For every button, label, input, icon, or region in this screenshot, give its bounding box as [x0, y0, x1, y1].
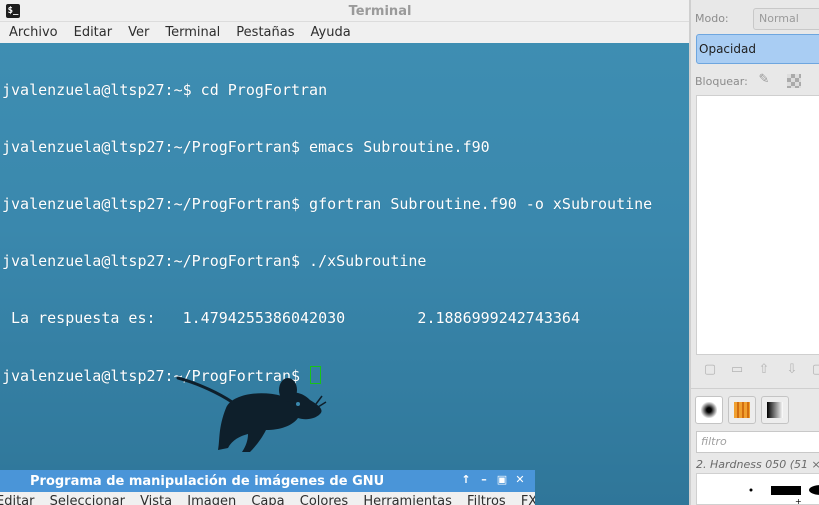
terminal-title: Terminal [348, 4, 412, 19]
svg-text:+: + [795, 497, 802, 505]
mode-label: Modo: [695, 12, 729, 25]
layer-actions: ▢ ▭ ⇧ ⇩ ▢ [696, 360, 819, 382]
gimp-menu-fx[interactable]: FX [521, 492, 535, 505]
terminal-prompt-line: jvalenzuela@ltsp27:~/ProgFortran$ [0, 366, 690, 385]
brush-name: 2. Hardness 050 (51 × [696, 458, 819, 471]
maximize-icon[interactable]: ▣ [495, 473, 509, 487]
menu-ayuda[interactable]: Ayuda [303, 25, 359, 40]
terminal-line: jvalenzuela@ltsp27:~$ cd ProgFortran [2, 81, 328, 99]
brush-tabs [695, 396, 819, 426]
gimp-menubar: Editar Seleccionar Vista Imagen Capa Col… [0, 492, 535, 505]
lock-label: Bloquear: [695, 75, 748, 88]
gimp-titlebar[interactable]: Programa de manipulación de imágenes de … [0, 470, 535, 492]
menu-terminal[interactable]: Terminal [157, 25, 228, 40]
layers-list[interactable] [696, 95, 819, 355]
terminal-line: jvalenzuela@ltsp27:~/ProgFortran$ ./xSub… [2, 252, 427, 270]
gimp-menu-editar[interactable]: Editar [0, 492, 35, 505]
brush-icon [701, 402, 717, 418]
terminal-line: jvalenzuela@ltsp27:~/ProgFortran$ gfortr… [2, 195, 653, 213]
close-icon[interactable]: ✕ [513, 473, 527, 487]
new-layer-icon[interactable]: ▢ [702, 362, 718, 378]
menu-archivo[interactable]: Archivo [0, 25, 66, 40]
brush-filter-input[interactable]: filtro [696, 431, 819, 453]
pattern-icon [734, 402, 750, 418]
gimp-menu-vista[interactable]: Vista [140, 492, 172, 505]
gimp-menu-capa[interactable]: Capa [251, 492, 284, 505]
up-arrow-icon[interactable]: ↑ [459, 473, 473, 487]
opacity-field[interactable]: Opacidad [696, 34, 819, 64]
tab-gradients[interactable] [761, 396, 789, 424]
gimp-dock: Modo: Normal Opacidad Bloquear: ✎ ▢ ▭ ⇧ … [689, 0, 819, 505]
gimp-menu-herramientas[interactable]: Herramientas [363, 492, 452, 505]
gimp-window-title: Programa de manipulación de imágenes de … [30, 474, 385, 489]
menu-ver[interactable]: Ver [120, 25, 157, 40]
tab-patterns[interactable] [728, 396, 756, 424]
gimp-menu-colores[interactable]: Colores [300, 492, 348, 505]
gimp-menu-imagen[interactable]: Imagen [187, 492, 236, 505]
terminal-menubar: Archivo Editar Ver Terminal Pestañas Ayu… [0, 22, 690, 43]
menu-editar[interactable]: Editar [66, 25, 121, 40]
terminal-line: La respuesta es: 1.4794255386042030 2.18… [2, 309, 580, 327]
minimize-icon[interactable]: – [477, 473, 491, 487]
gimp-menu-filtros[interactable]: Filtros [467, 492, 506, 505]
duplicate-layer-icon[interactable]: ▢ [810, 362, 819, 378]
terminal-output[interactable]: jvalenzuela@ltsp27:~$ cd ProgFortran jva… [0, 43, 690, 471]
menu-pestanas[interactable]: Pestañas [228, 25, 302, 40]
terminal-line: jvalenzuela@ltsp27:~/ProgFortran$ emacs … [2, 138, 490, 156]
gimp-menu-seleccionar[interactable]: Seleccionar [50, 492, 125, 505]
brush-grid[interactable]: + [696, 473, 819, 505]
mode-select[interactable]: Normal [753, 8, 819, 30]
dock-separator[interactable] [691, 388, 819, 392]
lower-layer-icon[interactable]: ⇩ [784, 362, 800, 378]
lock-pixels-icon[interactable]: ✎ [756, 72, 772, 88]
lock-alpha-icon[interactable] [787, 74, 801, 88]
xfce-mouse-icon [176, 376, 327, 452]
gradient-icon [767, 402, 783, 418]
new-group-icon[interactable]: ▭ [729, 362, 745, 378]
tab-brushes[interactable] [695, 396, 723, 424]
terminal-titlebar[interactable]: $_ Terminal [0, 0, 690, 22]
raise-layer-icon[interactable]: ⇧ [756, 362, 772, 378]
brush-previews: + [749, 485, 819, 505]
